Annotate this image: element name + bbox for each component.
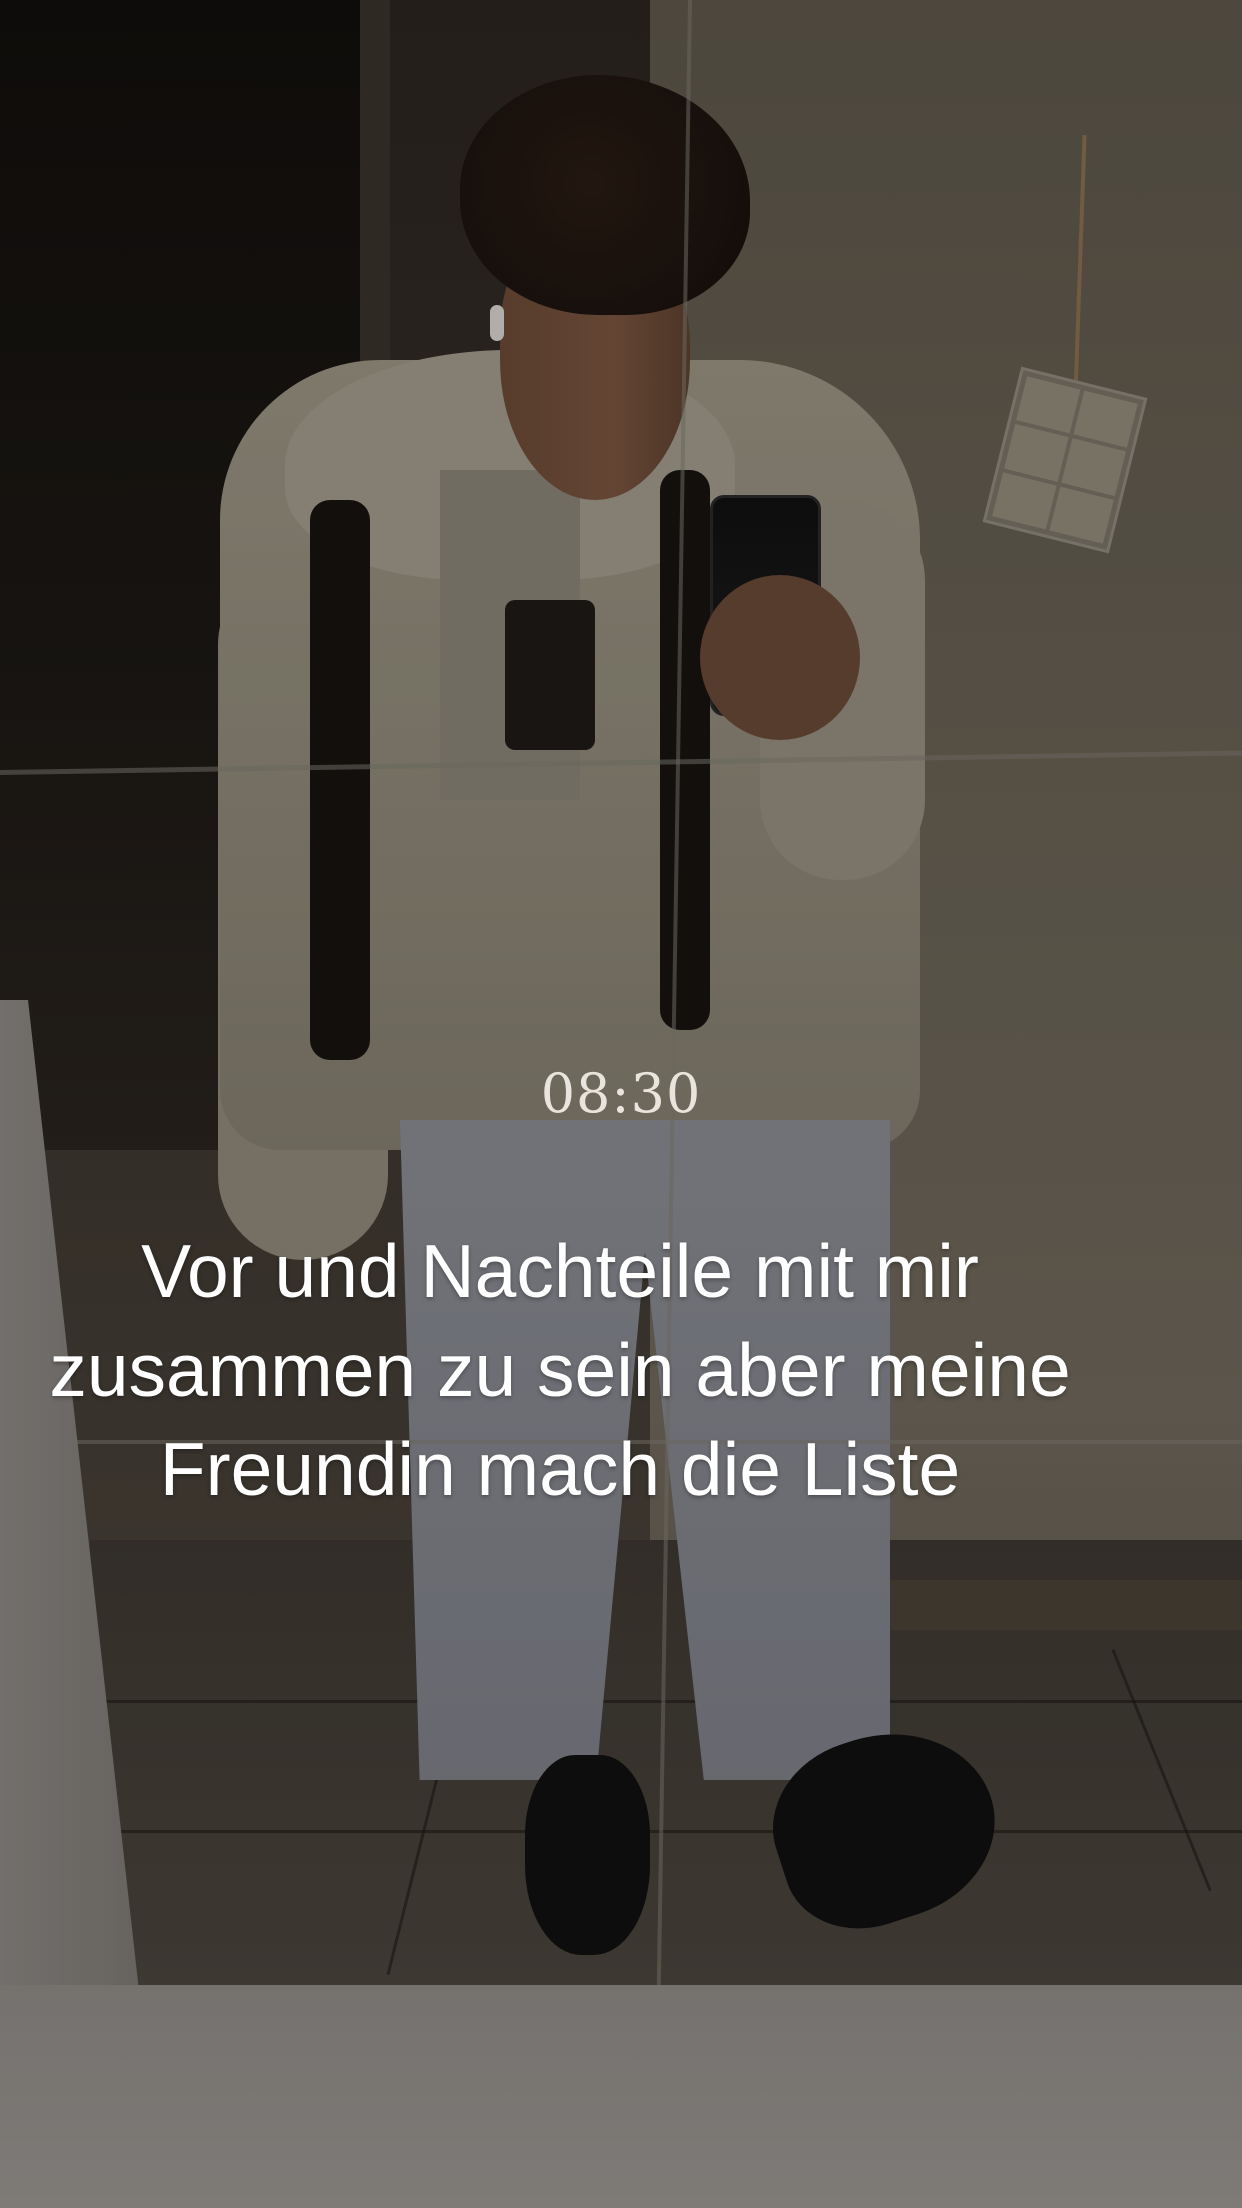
story-screen: 08:30 Vor und Nachteile mit mir zusammen… <box>0 0 1242 2208</box>
time-label: 08:30 <box>540 1062 702 1125</box>
caption-text: Vor und Nachteile mit mir zusammen zu se… <box>49 1229 1071 1511</box>
